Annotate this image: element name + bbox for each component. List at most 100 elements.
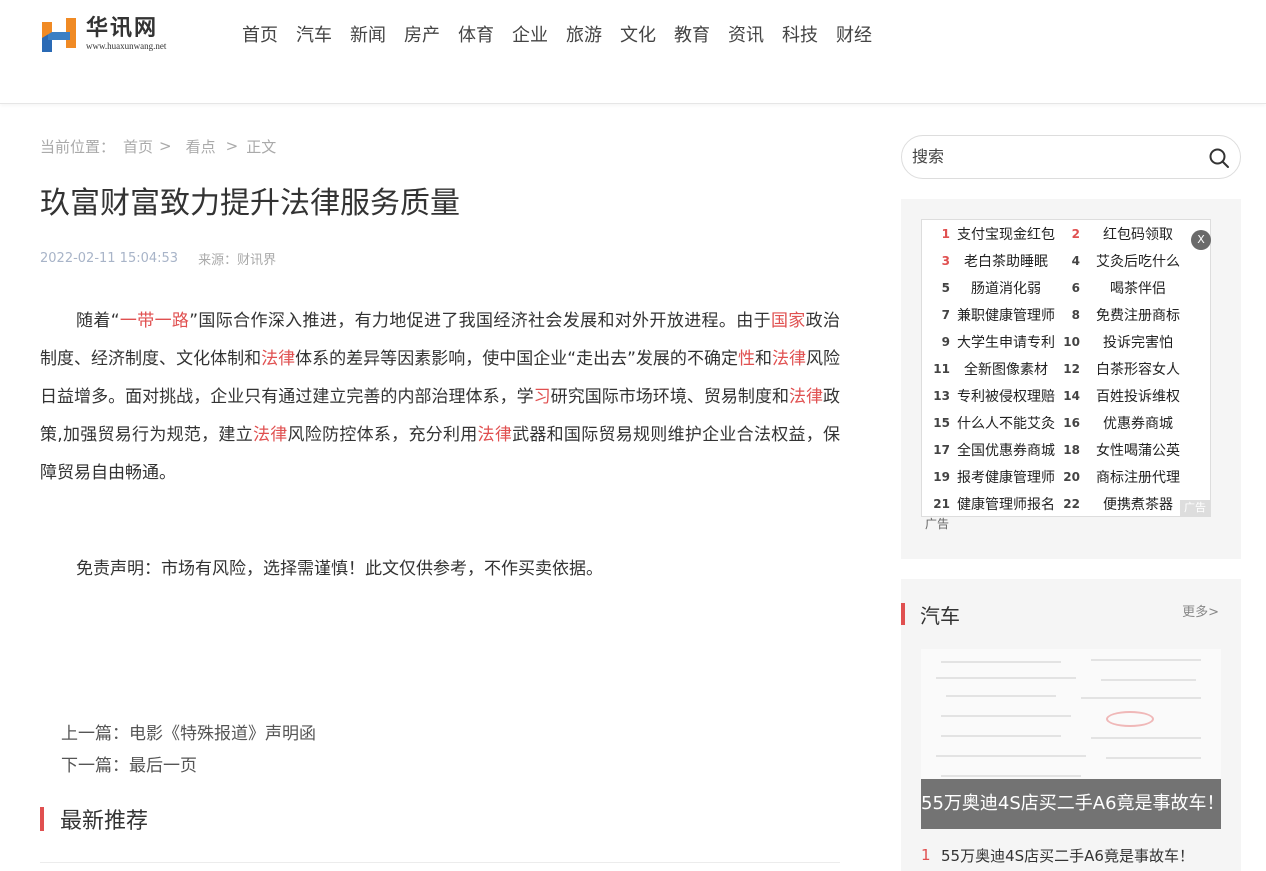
ad-number: 6 bbox=[1071, 280, 1080, 295]
search-input[interactable] bbox=[912, 146, 1192, 170]
nav-item-auto[interactable]: 汽车 bbox=[287, 22, 341, 50]
keyword-link[interactable]: 法律 bbox=[261, 349, 295, 369]
nav-item-business[interactable]: 企业 bbox=[503, 22, 557, 50]
breadcrumb-current: 正文 bbox=[246, 137, 277, 156]
nav-item-finance[interactable]: 财经 bbox=[827, 22, 881, 50]
keyword-link[interactable]: 性 bbox=[738, 349, 755, 369]
ad-label: 广告 bbox=[925, 517, 950, 531]
ad-row: 15 什么人不能艾灸 16 优惠券商城 bbox=[922, 409, 1212, 436]
ad-link[interactable]: 健康管理师报名 bbox=[956, 494, 1056, 514]
nav-item-tech[interactable]: 科技 bbox=[773, 22, 827, 50]
heading-accent-bar bbox=[40, 807, 44, 831]
nav-item-info[interactable]: 资讯 bbox=[719, 22, 773, 50]
nav-item-home[interactable]: 首页 bbox=[233, 22, 287, 50]
article-text: 体系的差异等因素影响，使中国企业“走出去”发展的不确定 bbox=[295, 349, 738, 369]
ad-link[interactable]: 兼职健康管理师 bbox=[956, 305, 1056, 325]
ad-number: 7 bbox=[941, 307, 950, 322]
disclaimer: 免责声明：市场有风险，选择需谨慎！此文仅供参考，不作买卖依据。 bbox=[76, 559, 603, 579]
stamp-mark bbox=[1106, 711, 1154, 727]
auto-heading-label: 汽车 bbox=[920, 603, 960, 628]
ad-link[interactable]: 艾灸后吃什么 bbox=[1088, 251, 1188, 271]
latest-recommend-label: 最新推荐 bbox=[60, 809, 149, 834]
ad-link[interactable]: 老白茶助睡眠 bbox=[956, 251, 1056, 271]
article-source: 来源：财讯界 bbox=[198, 252, 277, 268]
site-logo[interactable]: 华讯网 www.huaxunwang.net bbox=[40, 16, 190, 58]
ad-link[interactable]: 女性喝蒲公英 bbox=[1088, 440, 1188, 460]
logo-h-icon bbox=[42, 18, 76, 52]
ad-link[interactable]: 投诉完害怕 bbox=[1088, 332, 1188, 352]
ad-link[interactable]: 便携煮茶器 bbox=[1088, 494, 1188, 514]
prev-label: 上一篇： bbox=[61, 724, 129, 744]
breadcrumb-separator: > bbox=[159, 137, 172, 155]
ad-number: 11 bbox=[933, 361, 950, 376]
nav-item-travel[interactable]: 旅游 bbox=[557, 22, 611, 50]
article-body: 随着“一带一路”国际合作深入推进，有力地促进了我国经济社会发展和对外开放进程。由… bbox=[40, 302, 840, 492]
next-article-link[interactable]: 最后一页 bbox=[129, 756, 197, 776]
keyword-link[interactable]: 国家 bbox=[771, 311, 806, 331]
ad-number: 8 bbox=[1071, 307, 1080, 322]
latest-recommend-heading: 最新推荐 bbox=[40, 804, 148, 834]
breadcrumb-section[interactable]: 看点 bbox=[186, 136, 216, 157]
divider bbox=[40, 862, 840, 863]
ad-number: 16 bbox=[1063, 415, 1080, 430]
nav-item-education[interactable]: 教育 bbox=[665, 22, 719, 50]
ad-link[interactable]: 百姓投诉维权 bbox=[1088, 386, 1188, 406]
ad-number: 3 bbox=[941, 253, 950, 268]
ad-number: 18 bbox=[1063, 442, 1080, 457]
ad-row: 5 肠道消化弱 6 喝茶伴侣 bbox=[922, 274, 1212, 301]
more-link[interactable]: 更多> bbox=[1182, 601, 1219, 620]
ad-link[interactable]: 商标注册代理 bbox=[1088, 467, 1188, 487]
breadcrumb-home[interactable]: 首页 bbox=[123, 136, 153, 157]
search-box bbox=[901, 135, 1241, 179]
nav-item-news[interactable]: 新闻 bbox=[341, 22, 395, 50]
ad-number: 5 bbox=[941, 280, 950, 295]
ad-link[interactable]: 喝茶伴侣 bbox=[1088, 278, 1188, 298]
ad-link[interactable]: 什么人不能艾灸 bbox=[956, 413, 1056, 433]
next-label: 下一篇： bbox=[61, 756, 129, 776]
search-icon[interactable] bbox=[1208, 147, 1230, 169]
nav-item-sports[interactable]: 体育 bbox=[449, 22, 503, 50]
ad-number: 10 bbox=[1063, 334, 1080, 349]
breadcrumb: 当前位置： 首页 > 看点 > 正文 bbox=[40, 135, 284, 157]
ad-number: 12 bbox=[1063, 361, 1080, 376]
ad-link[interactable]: 白茶形容女人 bbox=[1088, 359, 1188, 379]
ad-link[interactable]: 优惠券商城 bbox=[1088, 413, 1188, 433]
ad-link[interactable]: 支付宝现金红包 bbox=[956, 224, 1056, 244]
next-article[interactable]: 下一篇：最后一页 bbox=[61, 750, 316, 782]
prev-article[interactable]: 上一篇：电影《特殊报道》声明函 bbox=[61, 718, 316, 750]
heading-accent-bar bbox=[901, 603, 905, 625]
nav-item-culture[interactable]: 文化 bbox=[611, 22, 665, 50]
article-meta: 2022-02-11 15:04:53 来源：财讯界 bbox=[40, 248, 276, 268]
keyword-link[interactable]: 法律 bbox=[772, 349, 806, 369]
ad-link[interactable]: 全新图像素材 bbox=[956, 359, 1056, 379]
ad-link[interactable]: 专利被侵权理赔 bbox=[956, 386, 1056, 406]
list-item-number: 1 bbox=[921, 846, 931, 864]
ad-number: 15 bbox=[933, 415, 950, 430]
ad-number: 9 bbox=[941, 334, 950, 349]
ad-link[interactable]: 报考健康管理师 bbox=[956, 467, 1056, 487]
ad-link[interactable]: 大学生申请专利 bbox=[956, 332, 1056, 352]
ad-number: 1 bbox=[941, 226, 950, 241]
nav-item-realestate[interactable]: 房产 bbox=[395, 22, 449, 50]
ad-link[interactable]: 免费注册商标 bbox=[1088, 305, 1188, 325]
auto-heading: 汽车 bbox=[901, 601, 960, 628]
keyword-link[interactable]: 法律 bbox=[478, 425, 513, 445]
logo-title: 华讯网 bbox=[86, 15, 159, 41]
keyword-link[interactable]: 法律 bbox=[789, 387, 823, 407]
keyword-link[interactable]: 习 bbox=[534, 387, 551, 407]
keyword-link[interactable]: 法律 bbox=[253, 425, 288, 445]
list-item[interactable]: 1 55万奥迪4S店买二手A6竟是事故车！ bbox=[921, 843, 1194, 867]
ad-link[interactable]: 肠道消化弱 bbox=[956, 278, 1056, 298]
prev-article-link[interactable]: 电影《特殊报道》声明函 bbox=[129, 724, 316, 744]
ad-number: 2 bbox=[1071, 226, 1080, 241]
article-text: 风险防控体系，充分利用 bbox=[287, 425, 478, 445]
ad-row: 17 全国优惠券商城 18 女性喝蒲公英 bbox=[922, 436, 1212, 463]
article-text: ”国际合作深入推进，有力地促进了我国经济社会发展和对外开放进程。由于 bbox=[189, 311, 771, 331]
auto-feature-caption[interactable]: 55万奥迪4S店买二手A6竟是事故车！ bbox=[921, 779, 1221, 829]
ad-number: 14 bbox=[1063, 388, 1080, 403]
ad-link[interactable]: 红包码领取 bbox=[1088, 224, 1188, 244]
article-date: 2022-02-11 15:04:53 bbox=[40, 250, 179, 266]
ad-link[interactable]: 全国优惠券商城 bbox=[956, 440, 1056, 460]
keyword-link[interactable]: 一带一路 bbox=[120, 311, 190, 331]
list-item-title[interactable]: 55万奥迪4S店买二手A6竟是事故车！ bbox=[941, 845, 1194, 866]
